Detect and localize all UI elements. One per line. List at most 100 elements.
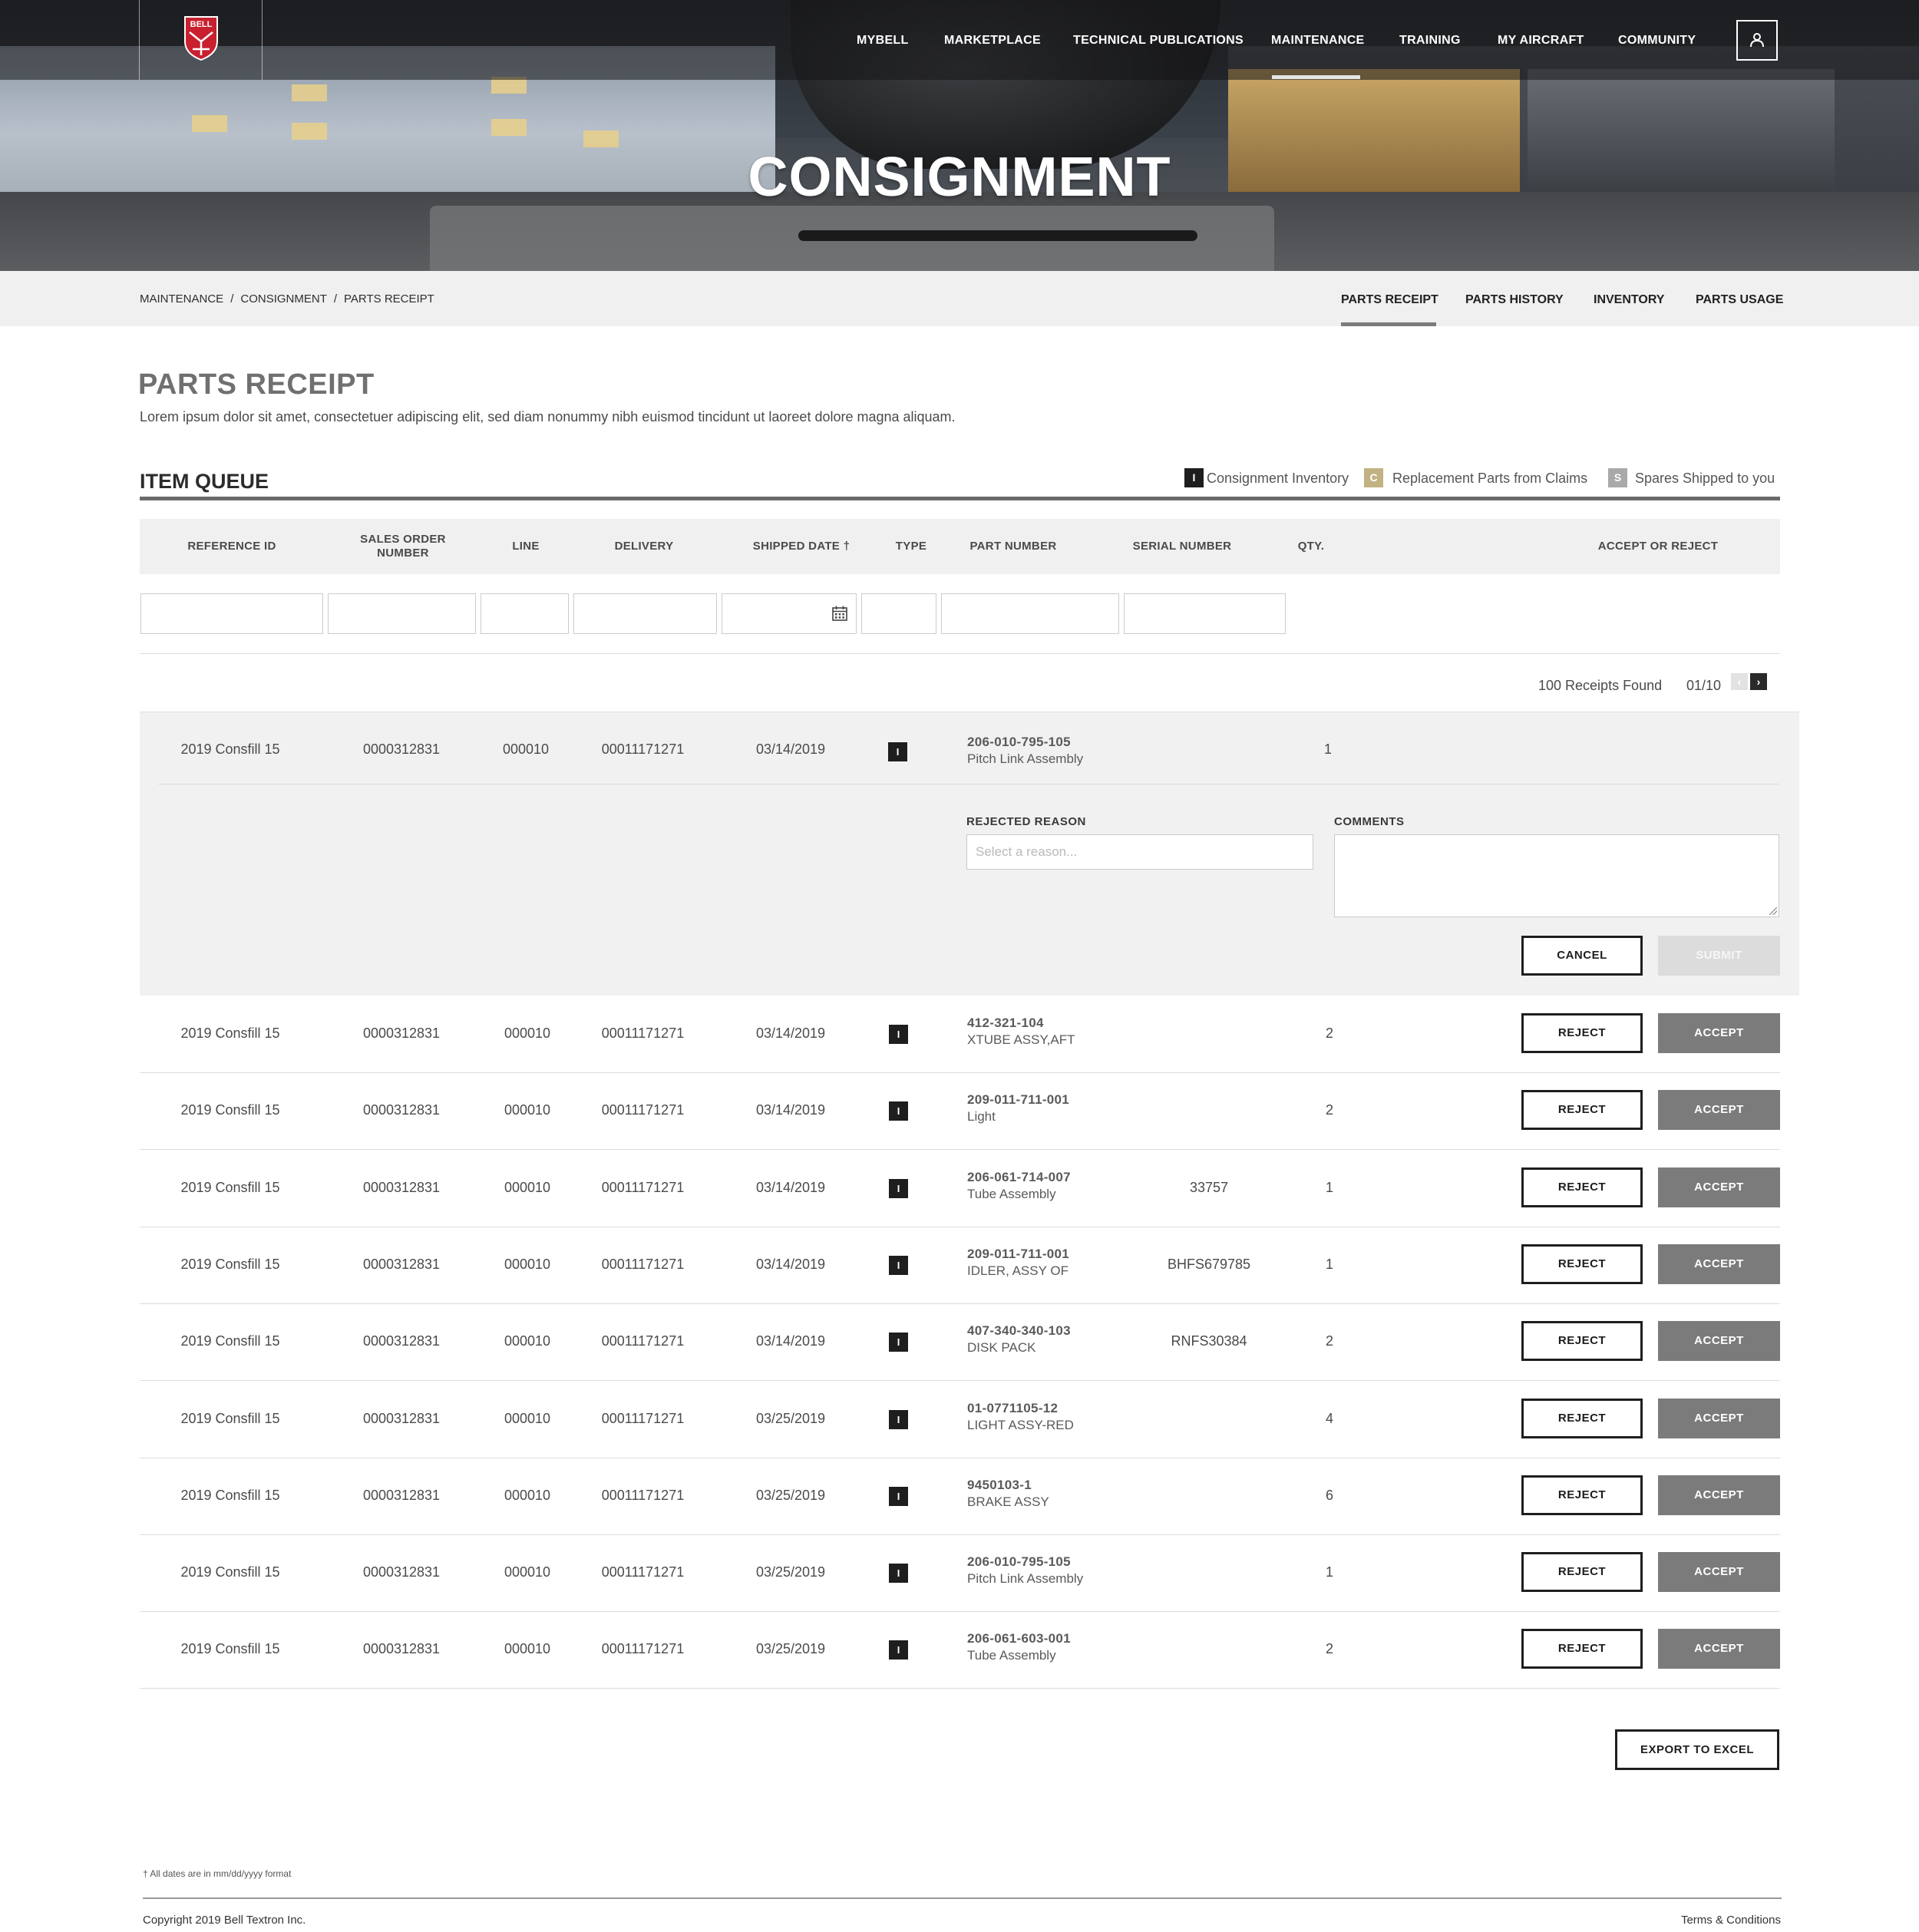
nav-item-community[interactable]: COMMUNITY [1618, 34, 1696, 48]
rejected-reason-label: REJECTED REASON [966, 815, 1086, 828]
col-serial-number[interactable]: SERIAL NUMBER [1113, 540, 1251, 553]
row-shipped-date: 03/14/2019 [755, 1333, 826, 1349]
next-page-chevron-icon[interactable]: › [1750, 673, 1767, 690]
row-part: 209-011-711-001 IDLER, ASSY OF [967, 1247, 1069, 1279]
filter-line[interactable] [481, 593, 569, 634]
filter-part-number[interactable] [941, 593, 1119, 634]
reject-button[interactable]: REJECT [1521, 1090, 1643, 1130]
reject-button[interactable]: REJECT [1521, 1167, 1643, 1207]
row-part-number: 206-010-795-105 [967, 735, 1071, 749]
breadcrumb-consignment[interactable]: CONSIGNMENT [240, 292, 327, 305]
row-part-description: Pitch Link Assembly [967, 751, 1084, 766]
user-icon [1750, 33, 1764, 48]
filter-delivery[interactable] [573, 593, 717, 634]
row-qty: 2 [1325, 1641, 1333, 1656]
row-sales-order: 0000312831 [362, 741, 441, 757]
filter-reference-id[interactable] [140, 593, 323, 634]
col-reference-id[interactable]: REFERENCE ID [170, 540, 293, 553]
reject-button[interactable]: REJECT [1521, 1321, 1643, 1361]
terms-link[interactable]: Terms & Conditions [1681, 1914, 1781, 1927]
row-part: 206-061-714-007 Tube Assembly [967, 1170, 1071, 1202]
accept-button[interactable]: ACCEPT [1658, 1090, 1780, 1130]
legend-chip-claims: C [1364, 468, 1383, 487]
row-delivery: 00011171271 [601, 1564, 685, 1580]
tab-inventory[interactable]: INVENTORY [1594, 293, 1664, 307]
row-type-badge: I [889, 1179, 908, 1198]
page-title: PARTS RECEIPT [138, 368, 375, 401]
accept-button[interactable]: ACCEPT [1658, 1321, 1780, 1361]
row-qty: 1 [1325, 1257, 1333, 1272]
tab-active-indicator [1341, 322, 1436, 326]
table-header: REFERENCE ID SALES ORDER NUMBER LINE DEL… [140, 519, 1780, 574]
filter-shipped-date[interactable] [722, 593, 857, 634]
row-qty: 4 [1325, 1411, 1333, 1426]
reject-button[interactable]: REJECT [1521, 1399, 1643, 1438]
row-qty: 6 [1325, 1488, 1333, 1503]
tab-parts-history[interactable]: PARTS HISTORY [1465, 293, 1564, 307]
row-sales-order: 0000312831 [362, 1564, 441, 1580]
tab-parts-receipt[interactable]: PARTS RECEIPT [1341, 293, 1438, 307]
col-delivery[interactable]: DELIVERY [594, 540, 694, 553]
row-line: 000010 [504, 1102, 551, 1118]
row-part-description: LIGHT ASSY-RED [967, 1418, 1074, 1432]
filter-type[interactable] [861, 593, 936, 634]
accept-button[interactable]: ACCEPT [1658, 1167, 1780, 1207]
row-line: 000010 [504, 1641, 551, 1656]
sub-navigation: MAINTENANCE / CONSIGNMENT / PARTS RECEIPT PA… [0, 271, 1919, 326]
nav-item-maintenance[interactable]: MAINTENANCE [1271, 34, 1365, 48]
comments-textarea[interactable] [1334, 834, 1779, 917]
row-type-badge: I [889, 1640, 908, 1660]
resize-handle-icon[interactable] [1769, 907, 1777, 915]
nav-item-training[interactable]: TRAINING [1399, 34, 1461, 48]
col-type[interactable]: TYPE [877, 540, 946, 553]
calendar-icon[interactable] [831, 605, 848, 622]
filter-serial-number[interactable] [1124, 593, 1286, 634]
export-to-excel-button[interactable]: EXPORT TO EXCEL [1615, 1729, 1779, 1770]
col-line[interactable]: LINE [499, 540, 553, 553]
row-part-description: Pitch Link Assembly [967, 1571, 1084, 1586]
breadcrumb: MAINTENANCE / CONSIGNMENT / PARTS RECEIPT [140, 292, 434, 305]
user-account-button[interactable] [1736, 20, 1778, 61]
row-qty: 2 [1325, 1102, 1333, 1118]
hero-title: CONSIGNMENT [748, 147, 1171, 208]
breadcrumb-maintenance[interactable]: MAINTENANCE [140, 292, 223, 305]
nav-item-mybell[interactable]: MYBELL [857, 34, 909, 48]
reject-button[interactable]: REJECT [1521, 1552, 1643, 1592]
main-nav: MYBELL MARKETPLACE TECHNICAL PUBLICATION… [0, 34, 1919, 49]
nav-item-marketplace[interactable]: MARKETPLACE [944, 34, 1041, 48]
tab-parts-usage[interactable]: PARTS USAGE [1696, 293, 1783, 307]
reject-button[interactable]: REJECT [1521, 1475, 1643, 1515]
row-part-number: 206-010-795-105 [967, 1554, 1071, 1569]
accept-button[interactable]: ACCEPT [1658, 1013, 1780, 1053]
reject-button[interactable]: REJECT [1521, 1629, 1643, 1669]
col-part-number[interactable]: PART NUMBER [952, 540, 1075, 553]
rejected-reason-select[interactable]: Select a reason... [966, 834, 1313, 870]
reject-button[interactable]: REJECT [1521, 1013, 1643, 1053]
filter-sales-order[interactable] [328, 593, 476, 634]
row-line: 000010 [504, 1025, 551, 1041]
nav-item-my-aircraft[interactable]: MY AIRCRAFT [1498, 34, 1584, 48]
row-part: 407-340-340-103 DISK PACK [967, 1323, 1071, 1356]
accept-button[interactable]: ACCEPT [1658, 1399, 1780, 1438]
row-part: 209-011-711-001 Light [967, 1092, 1069, 1125]
submit-button[interactable]: SUBMIT [1658, 936, 1780, 976]
row-sales-order: 0000312831 [362, 1333, 441, 1349]
nav-active-indicator [1272, 75, 1360, 79]
accept-button[interactable]: ACCEPT [1658, 1629, 1780, 1669]
row-shipped-date: 03/25/2019 [755, 1488, 826, 1503]
col-sales-order[interactable]: SALES ORDER NUMBER [345, 533, 461, 560]
row-reference-id: 2019 Consfill 15 [180, 1257, 280, 1272]
accept-button[interactable]: ACCEPT [1658, 1244, 1780, 1284]
row-delivery: 00011171271 [601, 741, 685, 757]
row-line: 000010 [504, 1180, 551, 1195]
prev-page-chevron-icon[interactable]: ‹ [1731, 673, 1748, 690]
cancel-button[interactable]: CANCEL [1521, 936, 1643, 976]
nav-item-technical-publications[interactable]: TECHNICAL PUBLICATIONS [1073, 34, 1244, 48]
legend-label-consignment: Consignment Inventory [1207, 471, 1349, 486]
accept-button[interactable]: ACCEPT [1658, 1475, 1780, 1515]
row-reference-id: 2019 Consfill 15 [180, 1180, 280, 1195]
col-shipped-date[interactable]: SHIPPED DATE † [732, 540, 870, 553]
col-qty[interactable]: QTY. [1280, 540, 1342, 553]
reject-button[interactable]: REJECT [1521, 1244, 1643, 1284]
accept-button[interactable]: ACCEPT [1658, 1552, 1780, 1592]
